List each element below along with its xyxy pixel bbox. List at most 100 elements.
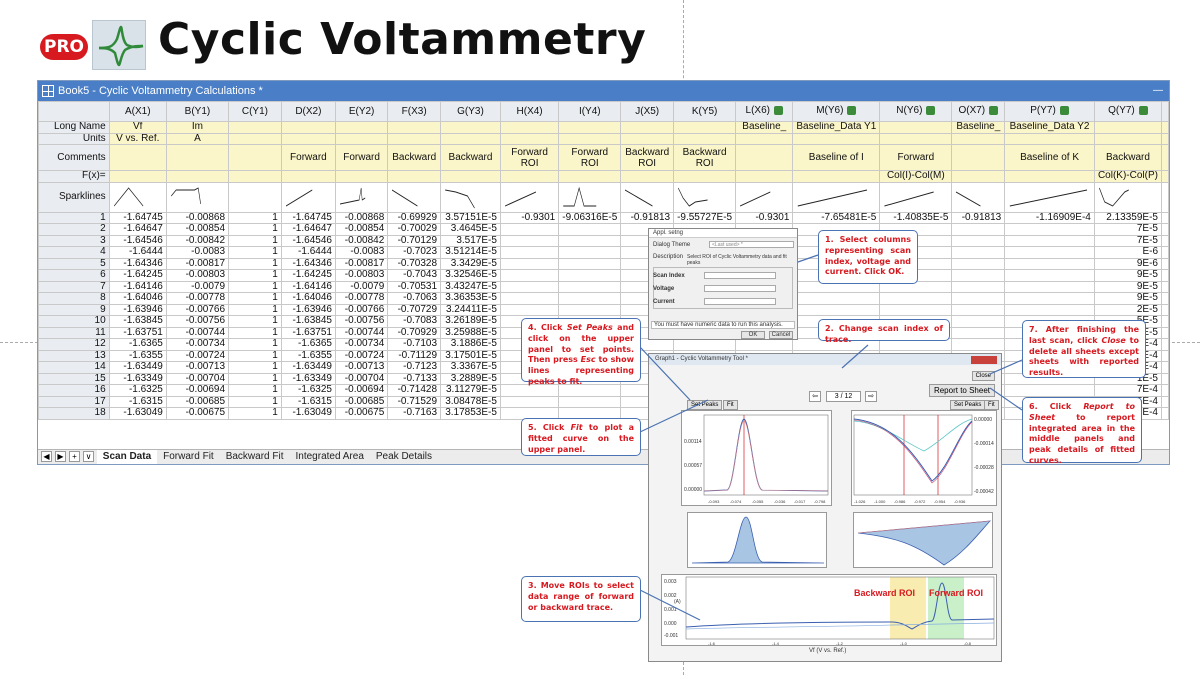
row-number[interactable]: 2 [38,223,110,236]
sparkline-cell[interactable] [792,181,881,213]
data-cell[interactable]: -1.40835E-5 [879,211,953,224]
data-cell[interactable]: 3.24411E-5 [440,303,501,316]
data-cell[interactable]: -0.91813 [620,211,675,224]
units-cell[interactable] [620,132,675,145]
data-cell[interactable]: 3.1886E-5 [440,338,501,351]
data-cell[interactable]: -1.63845 [108,315,167,328]
row-number[interactable]: 6 [38,269,110,282]
column-header[interactable]: A(X1) [108,101,167,122]
comments-cell[interactable] [951,144,1006,171]
row-number[interactable]: 10 [38,315,110,328]
fx-cell[interactable] [951,170,1006,183]
long_name-cell[interactable] [673,121,737,134]
data-cell[interactable]: -0.00734 [334,338,389,351]
data-cell[interactable]: -9.06316E-5 [558,211,622,224]
comments-cell[interactable] [735,144,794,171]
column-header[interactable]: B(Y1) [165,101,230,122]
sheet-tab[interactable]: Integrated Area [290,450,370,464]
prev-scan-icon[interactable]: ⇦ [809,391,821,402]
data-cell[interactable]: -1.6325 [280,384,336,397]
data-cell[interactable] [879,292,953,305]
data-cell[interactable]: -1.63845 [280,315,336,328]
data-cell[interactable] [499,223,560,236]
sparkline-cell[interactable] [499,181,560,213]
data-cell[interactable]: 3.11279E-5 [440,384,501,397]
column-header[interactable]: K(Y5) [673,101,737,122]
data-cell[interactable]: -1.63049 [280,407,336,420]
data-cell[interactable] [792,303,881,316]
data-cell[interactable]: 3.4645E-5 [440,223,501,236]
sparkline-cell[interactable] [228,181,282,213]
data-cell[interactable]: -1.6365 [108,338,167,351]
data-cell[interactable]: 1 [228,349,282,362]
row-number[interactable]: 7 [38,280,110,293]
data-cell[interactable]: 1 [228,292,282,305]
data-cell[interactable]: -1.6355 [108,349,167,362]
data-cell[interactable]: -0.70029 [387,223,442,236]
data-cell[interactable]: -1.64046 [108,292,167,305]
data-cell[interactable]: 3.36353E-5 [440,292,501,305]
data-cell[interactable]: 3.17501E-5 [440,349,501,362]
fx-cell[interactable] [108,170,167,183]
data-cell[interactable]: 1 [228,223,282,236]
data-cell[interactable]: 3.25988E-5 [440,326,501,339]
data-cell[interactable]: -1.6444 [280,246,336,259]
data-cell[interactable]: -1.63751 [108,326,167,339]
data-cell[interactable]: -0.00817 [165,257,230,270]
voltage-input[interactable] [704,285,776,292]
comments-cell[interactable]: Baseline of I [792,144,881,171]
data-cell[interactable]: -0.00675 [334,407,389,420]
data-cell[interactable] [951,257,1006,270]
data-cell[interactable]: -1.64046 [280,292,336,305]
data-cell[interactable] [499,292,560,305]
row-number[interactable]: 16 [38,384,110,397]
data-cell[interactable]: -0.70729 [387,303,442,316]
fx-cell[interactable] [558,170,622,183]
data-cell[interactable]: 1 [228,246,282,259]
data-cell[interactable]: -1.64647 [280,223,336,236]
comments-cell[interactable]: Baseline of K [1004,144,1095,171]
data-cell[interactable]: -0.00694 [165,384,230,397]
data-cell[interactable]: -0.9301 [735,211,794,224]
data-cell[interactable]: 1 [228,384,282,397]
fx-cell[interactable] [620,170,675,183]
sparkline-cell[interactable] [440,181,501,213]
data-cell[interactable]: 3.26189E-5 [440,315,501,328]
data-cell[interactable]: -0.00713 [334,361,389,374]
data-cell[interactable] [951,269,1006,282]
data-cell[interactable]: -0.7103 [387,338,442,351]
fx-cell[interactable] [792,170,881,183]
units-cell[interactable] [387,132,442,145]
fx-cell[interactable] [165,170,230,183]
fx-cell[interactable] [228,170,282,183]
data-cell[interactable] [1004,384,1095,397]
data-cell[interactable]: -0.7083 [387,315,442,328]
fx-cell[interactable]: Col(K)-Col(P) [1093,170,1163,183]
data-cell[interactable] [499,234,560,247]
fx-cell[interactable] [1004,170,1095,183]
row-number[interactable]: 18 [38,407,110,420]
data-cell[interactable] [1004,292,1095,305]
data-cell[interactable]: 3.17853E-5 [440,407,501,420]
data-cell[interactable] [558,395,622,408]
fx-cell[interactable] [499,170,560,183]
long_name-cell[interactable] [499,121,560,134]
set-peaks-button-left[interactable]: Set Peaks [687,400,723,410]
data-cell[interactable]: -0.00694 [334,384,389,397]
sparkline-cell[interactable] [735,181,794,213]
add-sheet-icon[interactable]: + [69,451,80,462]
data-cell[interactable]: -0.00675 [165,407,230,420]
data-cell[interactable] [1004,246,1095,259]
comments-cell[interactable]: Forward [280,144,336,171]
fx-cell[interactable] [735,170,794,183]
data-cell[interactable]: 1 [228,326,282,339]
column-header[interactable]: E(Y2) [334,101,389,122]
data-cell[interactable]: 1 [228,280,282,293]
sparkline-cell[interactable] [558,181,622,213]
data-cell[interactable]: 7E-4 [1093,384,1163,397]
row-number[interactable]: 15 [38,372,110,385]
units-cell[interactable] [673,132,737,145]
data-cell[interactable]: 9E-5 [1093,292,1163,305]
data-cell[interactable] [951,315,1006,328]
data-cell[interactable]: -7.65481E-5 [792,211,881,224]
